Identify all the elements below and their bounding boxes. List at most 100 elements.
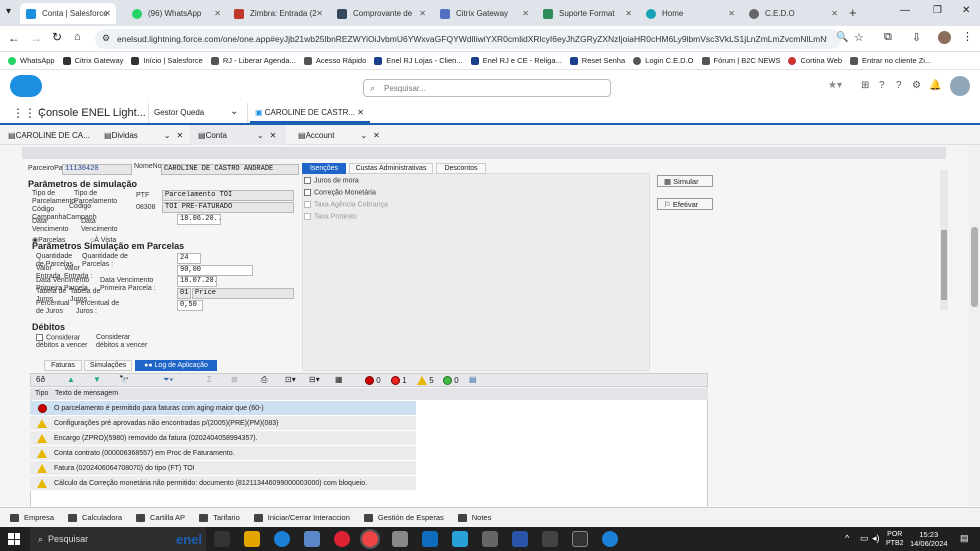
app-icon-5[interactable] [482,531,498,547]
find-icon[interactable]: 🔭 [119,375,129,384]
tab-faturas[interactable]: Faturas [44,360,82,371]
tabela-juros-code-field[interactable]: 01 [177,288,191,299]
file-explorer-icon[interactable] [244,531,260,547]
bookmark-rj-liberar[interactable]: RJ - Liberar Agenda... [210,56,296,65]
footer-tarifario[interactable]: Tarifario [199,513,240,522]
col-tipo[interactable]: Tipo [35,388,48,400]
valor-entrada-field[interactable]: 90,00 [177,265,253,276]
chrome-icon[interactable] [360,529,380,549]
app-icon-3[interactable] [392,531,408,547]
tab-isencoes[interactable]: Isenções [302,163,346,174]
edge-icon[interactable] [274,531,290,547]
log-row[interactable]: O parcelamento é permitido para faturas … [30,401,416,416]
edge-icon-2[interactable] [602,531,618,547]
global-search-input[interactable]: ⌕ Pesquisar... [363,79,611,97]
simular-button[interactable]: ▦ Simular [657,175,713,187]
close-icon[interactable]: ✕ [831,9,838,18]
sum-icon[interactable]: Σ [207,375,212,384]
success-counter[interactable]: 0 [443,376,459,385]
footer-empresa[interactable]: Empresa [10,513,54,522]
warning-counter[interactable]: 5 [417,376,434,385]
campanha-field[interactable]: TOI PRÉ-FATURADO [162,202,294,213]
quantidade-parcelas-field[interactable]: 24 [177,253,201,264]
close-icon[interactable]: ✕ [355,108,364,117]
checkbox-taxa-agencia[interactable]: Taxa Agência Cobrança [304,201,388,209]
notifications-icon[interactable]: 🔔 [929,80,941,91]
sap-scrollbar[interactable] [940,170,948,310]
export-icon[interactable]: ⊟▾ [309,375,320,384]
app-icon-4[interactable] [452,531,468,547]
details-icon[interactable]: 6ð [36,375,45,384]
scrollbar-thumb[interactable] [971,227,978,307]
subtotal-icon[interactable]: ⊠ [231,375,238,384]
bookmark-citrix[interactable]: Citrix Gateway [62,56,123,65]
chevron-down-icon[interactable]: ⌄ [360,131,367,140]
tab-custas[interactable]: Custas Administrativas [349,163,433,174]
checkbox-juros-mora[interactable]: Juros de mora [304,177,359,185]
close-icon[interactable]: ✕ [316,9,323,18]
bookmark-salesforce[interactable]: Início | Salesforce [131,56,203,65]
app-icon-7[interactable] [542,531,558,547]
browser-tab-citrix[interactable]: Citrix Gateway ✕ [434,3,534,24]
windows-start-icon[interactable] [8,533,20,545]
app-icon-6[interactable] [512,531,528,547]
nome-field[interactable]: CAROLINE DE CASTRO ANDRADE [161,164,299,175]
extensions-icon[interactable]: ⧉ [884,31,892,44]
close-window-button[interactable]: ✕ [962,5,970,16]
taskbar-search-input[interactable]: ⌕ Pesquisar enel [30,527,206,551]
views-icon[interactable]: ⊡▾ [285,375,296,384]
checkbox-taxa-protesto[interactable]: Taxa Protesto [304,213,357,221]
sap-scrollbar-thumb[interactable] [941,230,947,300]
add-icon[interactable]: ⊞ [861,80,869,91]
7zip-icon[interactable] [572,531,588,547]
browser-tab-suporte[interactable]: Suporte Format ✕ [537,3,637,24]
tab-log-aplicacao[interactable]: ●● Log de Aplicação [135,360,217,371]
close-icon[interactable]: ✕ [625,9,632,18]
bookmark-whatsapp[interactable]: WhatsApp [8,56,55,65]
close-icon[interactable]: ✕ [177,131,184,140]
subtab-caroline[interactable]: ▤ CAROLINE DE CA... [0,125,96,145]
app-icon-2[interactable] [334,531,350,547]
help-question-icon[interactable]: ? [896,80,902,91]
filter-icon[interactable]: ⏷▾ [163,375,173,385]
close-icon[interactable]: ✕ [104,9,111,18]
footer-notes[interactable]: Notes [457,513,491,522]
site-info-icon[interactable]: ⚙ [102,33,110,44]
sort-descending-icon[interactable]: ▼ [93,375,101,384]
help-icon[interactable]: ? [879,80,885,91]
new-tab-button[interactable]: + [849,5,857,20]
log-row[interactable]: Fatura (0202406064708070) do tipo (FT) T… [30,461,416,476]
bookmark-star-icon[interactable]: ☆ [854,31,864,44]
close-icon[interactable]: ✕ [419,9,426,18]
task-view-icon[interactable] [214,531,230,547]
col-texto[interactable]: Texto de mensagem [55,388,118,400]
bookmark-cortina[interactable]: Cortina Web [788,56,842,65]
layout-icon[interactable]: ▦ [335,375,343,384]
notification-center-icon[interactable]: ▤ [960,533,969,544]
profile-avatar[interactable] [938,31,951,44]
bookmark-acesso-rapido[interactable]: Acesso Rápido [303,56,366,65]
volume-icon[interactable]: ◂) [872,533,880,544]
browser-tab-cedo[interactable]: C.E.D.O ✕ [743,3,843,24]
close-icon[interactable]: ✕ [728,9,735,18]
bookmark-enel-religa[interactable]: Enel RJ e CE - Religa... [470,56,562,65]
chevron-down-icon[interactable]: ⌄ [164,131,171,140]
forward-icon[interactable]: → [30,31,42,45]
favorites-star-icon[interactable]: ★▾ [828,80,842,91]
subtab-conta[interactable]: ▤ Conta ⌄ ✕ [190,125,286,145]
browser-tab-zimbra[interactable]: Zimbra: Entrada (2 ✕ [228,3,328,24]
abort-counter[interactable]: 1 [391,376,407,385]
close-icon[interactable]: ✕ [214,9,221,18]
maximize-button[interactable]: ❐ [933,5,942,16]
log-row[interactable]: Configurações pré aprovadas não encontra… [30,416,416,431]
footer-calculadora[interactable]: Calculadora [68,513,122,522]
tipo-parcelamento-field[interactable]: Parcelamento TOI [162,190,294,201]
close-icon[interactable]: ✕ [373,131,380,140]
language-indicator[interactable]: POR PTB2 [886,530,904,548]
log-row[interactable]: Conta contrato (000006368557) em Proc de… [30,446,416,461]
clock[interactable]: 15:23 14/06/2024 [910,530,948,548]
reload-icon[interactable]: ↻ [52,30,62,44]
print-icon[interactable]: ⎙ [261,375,267,385]
tab-simulacoes[interactable]: Simulações [84,360,132,371]
browser-tab-salesforce[interactable]: Conta | Salesforce ✕ [20,3,116,24]
